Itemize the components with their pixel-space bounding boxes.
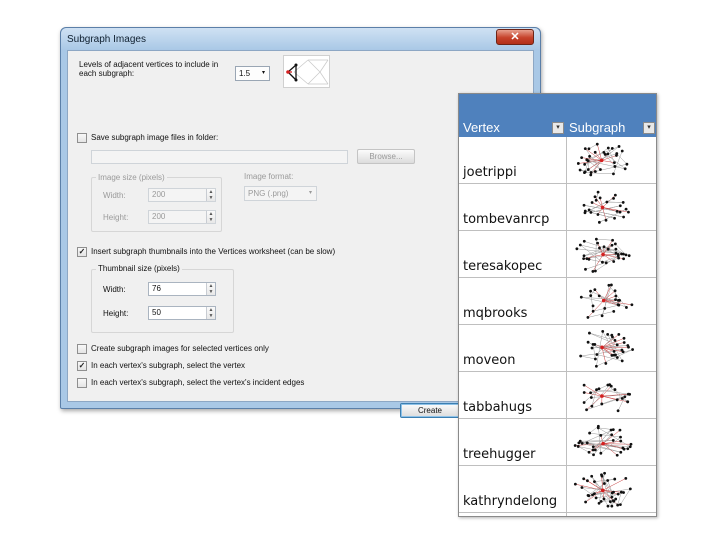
filter-dropdown-icon: ▾ — [556, 124, 560, 131]
spin-down-icon: ▼ — [208, 195, 214, 201]
image-height-spinner[interactable]: ▲ ▼ — [206, 211, 215, 223]
vertex-name: treehugger — [463, 447, 536, 462]
table-row[interactable]: teresakopec — [459, 231, 656, 278]
select-edges-label: In each vertex's subgraph, select the ve… — [91, 378, 305, 387]
vertex-name: tombevanrcp — [463, 212, 550, 227]
vertex-name: mqbrooks — [463, 306, 528, 321]
subgraph-thumbnail — [582, 190, 630, 224]
spin-down-icon: ▼ — [208, 289, 214, 295]
subgraph-thumbnail — [573, 471, 632, 508]
image-width-input[interactable]: 200 ▲ ▼ — [148, 188, 216, 202]
spin-down-icon: ▼ — [208, 217, 214, 223]
close-button[interactable]: ✕ — [496, 29, 534, 45]
create-button[interactable]: Create — [400, 403, 460, 418]
thumbnail-size-group-title: Thumbnail size (pixels) — [96, 264, 182, 273]
insert-thumbnails-label: Insert subgraph thumbnails into the Vert… — [91, 247, 336, 256]
table-row[interactable]: tabbahugs — [459, 372, 656, 419]
image-format-dropdown[interactable]: PNG (.png) ▾ — [244, 186, 317, 201]
dialog-title: Subgraph Images — [67, 34, 146, 45]
image-width-spinner[interactable]: ▲ ▼ — [206, 189, 215, 201]
title-bar[interactable]: Subgraph Images ✕ — [61, 28, 540, 50]
subgraph-thumbnail — [582, 383, 631, 413]
image-width-value: 200 — [152, 190, 166, 199]
subgraph-preview-icon — [286, 59, 329, 85]
save-files-label: Save subgraph image files in folder: — [91, 133, 219, 142]
vertex-name: teresakopec — [463, 259, 543, 274]
subgraph-filter-button[interactable]: ▾ — [643, 122, 655, 134]
vertex-name: kathryndelong — [463, 494, 558, 509]
thumb-width-spinner[interactable]: ▲ ▼ — [206, 283, 215, 295]
thumb-height-value: 50 — [152, 308, 161, 317]
close-icon: ✕ — [510, 31, 520, 43]
chevron-down-icon: ▾ — [308, 190, 312, 196]
selected-only-checkbox[interactable] — [77, 344, 87, 354]
image-size-group-title: Image size (pixels) — [96, 173, 167, 182]
select-vertex-checkbox[interactable]: ✓ — [77, 361, 87, 371]
image-height-label: Height: — [103, 213, 129, 222]
levels-label-line2: each subgraph: — [79, 69, 135, 78]
subgraph-thumbnail — [579, 283, 634, 319]
thumb-height-input[interactable]: 50 ▲ ▼ — [148, 306, 216, 320]
table-row[interactable]: mqbrooks — [459, 278, 656, 325]
browse-button[interactable]: Browse... — [357, 149, 415, 164]
table-header: Vertex ▾ Subgraph ▾ — [459, 94, 656, 137]
thumb-width-input[interactable]: 76 ▲ ▼ — [148, 282, 216, 296]
filter-dropdown-icon: ▾ — [647, 124, 651, 131]
thumbnail-size-group — [91, 269, 234, 333]
image-format-value: PNG (.png) — [248, 189, 289, 198]
selected-only-label: Create subgraph images for selected vert… — [91, 344, 269, 353]
subgraph-thumbnail — [575, 237, 631, 273]
table-row[interactable]: moveon — [459, 325, 656, 372]
levels-label-line1: Levels of adjacent vertices to include i… — [79, 60, 219, 69]
levels-value: 1.5 — [239, 69, 251, 78]
subgraph-thumbnail — [579, 329, 634, 368]
vertices-worksheet: Vertex ▾ Subgraph ▾ joetrippi tombevanrcp… — [458, 93, 657, 517]
chevron-down-icon: ▾ — [261, 70, 265, 76]
vertex-name: joetrippi — [463, 165, 517, 180]
subgraph-thumbnail — [576, 142, 629, 177]
table-row[interactable]: tombevanrcp — [459, 184, 656, 231]
table-row[interactable]: kathryndelong — [459, 466, 656, 513]
folder-path-input[interactable] — [91, 150, 348, 164]
vertex-name: moveon — [463, 353, 516, 368]
select-vertex-label: In each vertex's subgraph, select the ve… — [91, 361, 246, 370]
save-files-checkbox[interactable] — [77, 133, 87, 143]
thumb-height-spinner[interactable]: ▲ ▼ — [206, 307, 215, 319]
column-header-subgraph: Subgraph — [569, 120, 626, 135]
insert-thumbnails-checkbox[interactable]: ✓ — [77, 247, 87, 257]
subgraph-thumbnail — [573, 424, 633, 457]
levels-dropdown[interactable]: 1.5 ▾ — [235, 66, 270, 81]
thumb-width-value: 76 — [152, 284, 161, 293]
thumb-height-label: Height: — [103, 309, 129, 318]
vertex-filter-button[interactable]: ▾ — [552, 122, 564, 134]
table-row[interactable]: joetrippi — [459, 137, 656, 184]
select-edges-checkbox[interactable] — [77, 378, 87, 388]
table-row[interactable]: treehugger — [459, 419, 656, 466]
image-width-label: Width: — [103, 191, 126, 200]
thumb-width-label: Width: — [103, 285, 126, 294]
image-height-input[interactable]: 200 ▲ ▼ — [148, 210, 216, 224]
vertex-name: tabbahugs — [463, 400, 533, 415]
spin-down-icon: ▼ — [208, 313, 214, 319]
column-header-vertex: Vertex — [463, 120, 500, 135]
image-height-value: 200 — [152, 212, 166, 221]
image-format-label: Image format: — [244, 172, 294, 181]
levels-preview-image — [283, 55, 330, 88]
